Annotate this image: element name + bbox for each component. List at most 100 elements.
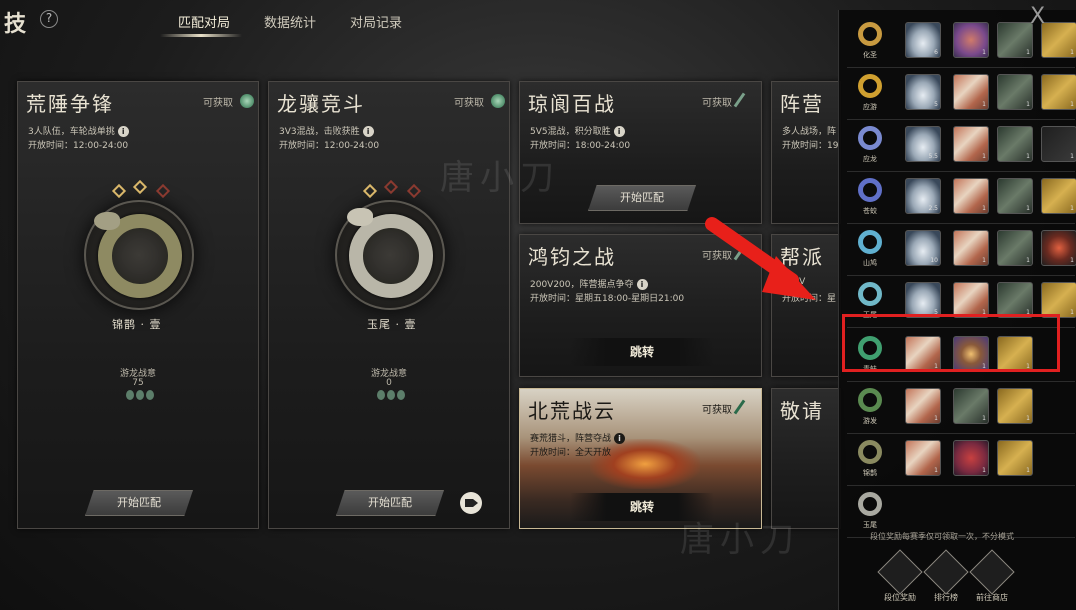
obtainable-badge: 可获取 <box>454 98 484 109</box>
star-diamond-icon <box>362 183 378 199</box>
jade-item-icon[interactable]: 1 <box>997 230 1033 266</box>
page-title: 技 <box>4 11 27 37</box>
item-count: 1 <box>1026 257 1030 264</box>
card-description: 200V200，阵营据点争夺 <box>530 280 634 290</box>
tab-records[interactable]: 对局记录 <box>350 12 402 31</box>
tab-active-indicator <box>160 34 242 37</box>
gold-item-icon[interactable]: 1 <box>997 388 1033 424</box>
gold-item-icon[interactable]: 1 <box>1041 22 1076 58</box>
card-title: 荒陲争锋 <box>26 92 114 116</box>
info-icon[interactable]: i <box>613 126 625 137</box>
item-count: 1 <box>934 467 938 474</box>
item-count: 5 <box>934 101 938 108</box>
obtainable-badge: 可获取 <box>203 98 233 109</box>
item-count: 1 <box>982 257 986 264</box>
card-open-time: 开放时间：19 <box>782 141 839 151</box>
gold-item-icon[interactable]: 1 <box>997 440 1033 476</box>
jade-item-icon[interactable]: 1 <box>997 74 1033 110</box>
rank-emblem-icon[interactable]: 锦鹊 <box>851 438 889 478</box>
mode-card-huangye[interactable]: 荒陲争锋 可获取 3人队伍，车轮战单挑 i 开放时间：12:00-24:00 锦鹊… <box>17 81 259 529</box>
silver-item-icon[interactable]: 6 <box>905 22 941 58</box>
item-count: 1 <box>982 153 986 160</box>
tab-stats[interactable]: 数据统计 <box>264 12 316 31</box>
rank-emblem-icon[interactable]: 应游 <box>851 72 889 112</box>
video-icon[interactable] <box>460 492 482 514</box>
rank-reward-button[interactable]: 段位奖励 <box>877 549 923 603</box>
rank-emblem-icon[interactable]: 游发 <box>851 386 889 426</box>
card-open-time: 开放时间：12:00-24:00 <box>28 141 129 151</box>
start-match-button[interactable]: 开始匹配 <box>336 490 444 516</box>
fire-item-icon[interactable]: 1 <box>1041 230 1076 266</box>
mode-card-zhenying[interactable]: 阵营 多人战场，阵 开放时间：19 <box>771 81 841 224</box>
rank-label: 游发 <box>863 417 877 425</box>
dark-item-icon[interactable]: 1 <box>1041 126 1076 162</box>
rank-emblem-icon[interactable]: 山鸠 <box>851 228 889 268</box>
card-open-time: 开放时间：星期五18:00-星期日21:00 <box>530 294 685 304</box>
tab-match[interactable]: 匹配对局 <box>178 12 230 31</box>
silver-item-icon[interactable]: 5 <box>905 74 941 110</box>
jade-item-icon[interactable]: 1 <box>997 22 1033 58</box>
start-match-button[interactable]: 开始匹配 <box>85 490 193 516</box>
start-match-button[interactable]: 开始匹配 <box>588 185 696 211</box>
item-count: 1 <box>1070 153 1074 160</box>
watermark-text: 唐小刀 <box>440 158 560 198</box>
reward-row: 苍蛟 2.5 1 1 1 <box>847 172 1076 224</box>
book-item-icon[interactable]: 1 <box>905 388 941 424</box>
leaderboard-button[interactable]: 排行榜 <box>923 549 969 603</box>
rank-label: 应龙 <box>863 155 877 163</box>
item-count: 1 <box>1026 49 1030 56</box>
rank-ring-icon <box>858 492 882 516</box>
silver-item-icon[interactable]: 10 <box>905 230 941 266</box>
dragon-head-icon <box>94 212 120 230</box>
book-item-icon[interactable]: 1 <box>953 230 989 266</box>
info-icon[interactable]: i <box>614 433 626 444</box>
bag-item-icon[interactable]: 1 <box>953 440 989 476</box>
card-title: 鸿钧之战 <box>528 245 616 269</box>
item-count: 1 <box>982 49 986 56</box>
book-item-icon[interactable]: 1 <box>953 282 989 318</box>
gold-item-icon[interactable]: 1 <box>1041 74 1076 110</box>
star-diamond-icon <box>406 183 422 199</box>
gold-item-icon[interactable]: 1 <box>1041 282 1076 318</box>
jade-item-icon[interactable]: 1 <box>997 126 1033 162</box>
rank-emblem-icon[interactable]: 化圣 <box>851 20 889 60</box>
book-item-icon[interactable]: 1 <box>953 74 989 110</box>
silver-item-icon[interactable]: 5 <box>905 282 941 318</box>
highlight-box <box>842 314 1060 372</box>
info-icon[interactable]: i <box>636 279 648 290</box>
item-count: 1 <box>982 101 986 108</box>
mode-card-coming-soon: 敬请 <box>771 388 841 529</box>
book-item-icon[interactable]: 1 <box>953 178 989 214</box>
info-icon[interactable]: i <box>117 126 129 137</box>
card-description: 赛荒猎斗，阵营夺战 <box>530 434 612 444</box>
item-count: 1 <box>1026 205 1030 212</box>
item-count: 1 <box>934 415 938 422</box>
obtainable-badge: 可获取 <box>702 405 732 416</box>
jade-item-icon[interactable]: 1 <box>953 388 989 424</box>
book-item-icon[interactable]: 1 <box>953 126 989 162</box>
silver-item-icon[interactable]: 5.5 <box>905 126 941 162</box>
close-icon[interactable]: X <box>1030 4 1045 29</box>
mode-card-beihuang[interactable]: 北荒战云 可获取 赛荒猎斗，阵营夺战 i 开放时间：全天开放 跳转 <box>519 388 762 529</box>
rank-label: 锦鹊 <box>863 469 877 477</box>
gold-item-icon[interactable]: 1 <box>1041 178 1076 214</box>
rank-name: 玉尾 · 壹 <box>367 318 417 331</box>
jade-item-icon[interactable]: 1 <box>997 178 1033 214</box>
info-icon[interactable]: i <box>362 126 374 137</box>
silver-item-icon[interactable]: 2.5 <box>905 178 941 214</box>
item-count: 1 <box>982 205 986 212</box>
card-title: 阵营 <box>780 92 824 116</box>
jade-item-icon[interactable]: 1 <box>997 282 1033 318</box>
gem-icon <box>240 94 254 108</box>
help-icon[interactable]: ? <box>40 10 58 28</box>
points-value: 75 <box>132 378 144 388</box>
shop-button[interactable]: 前往商店 <box>969 549 1015 603</box>
jump-button[interactable]: 跳转 <box>570 338 714 366</box>
star-diamond-icon <box>155 183 171 199</box>
mode-card-longxiang[interactable]: 龙骧竞斗 可获取 3V3混战，击败获胜 i 开放时间：12:00-24:00 玉尾… <box>268 81 510 529</box>
rank-emblem-icon[interactable]: 应龙 <box>851 124 889 164</box>
rank-emblem-icon[interactable]: 苍蛟 <box>851 176 889 216</box>
pill-item-icon[interactable]: 1 <box>953 22 989 58</box>
book-item-icon[interactable]: 1 <box>905 440 941 476</box>
rank-emblem-icon[interactable]: 玉尾 <box>851 490 889 530</box>
